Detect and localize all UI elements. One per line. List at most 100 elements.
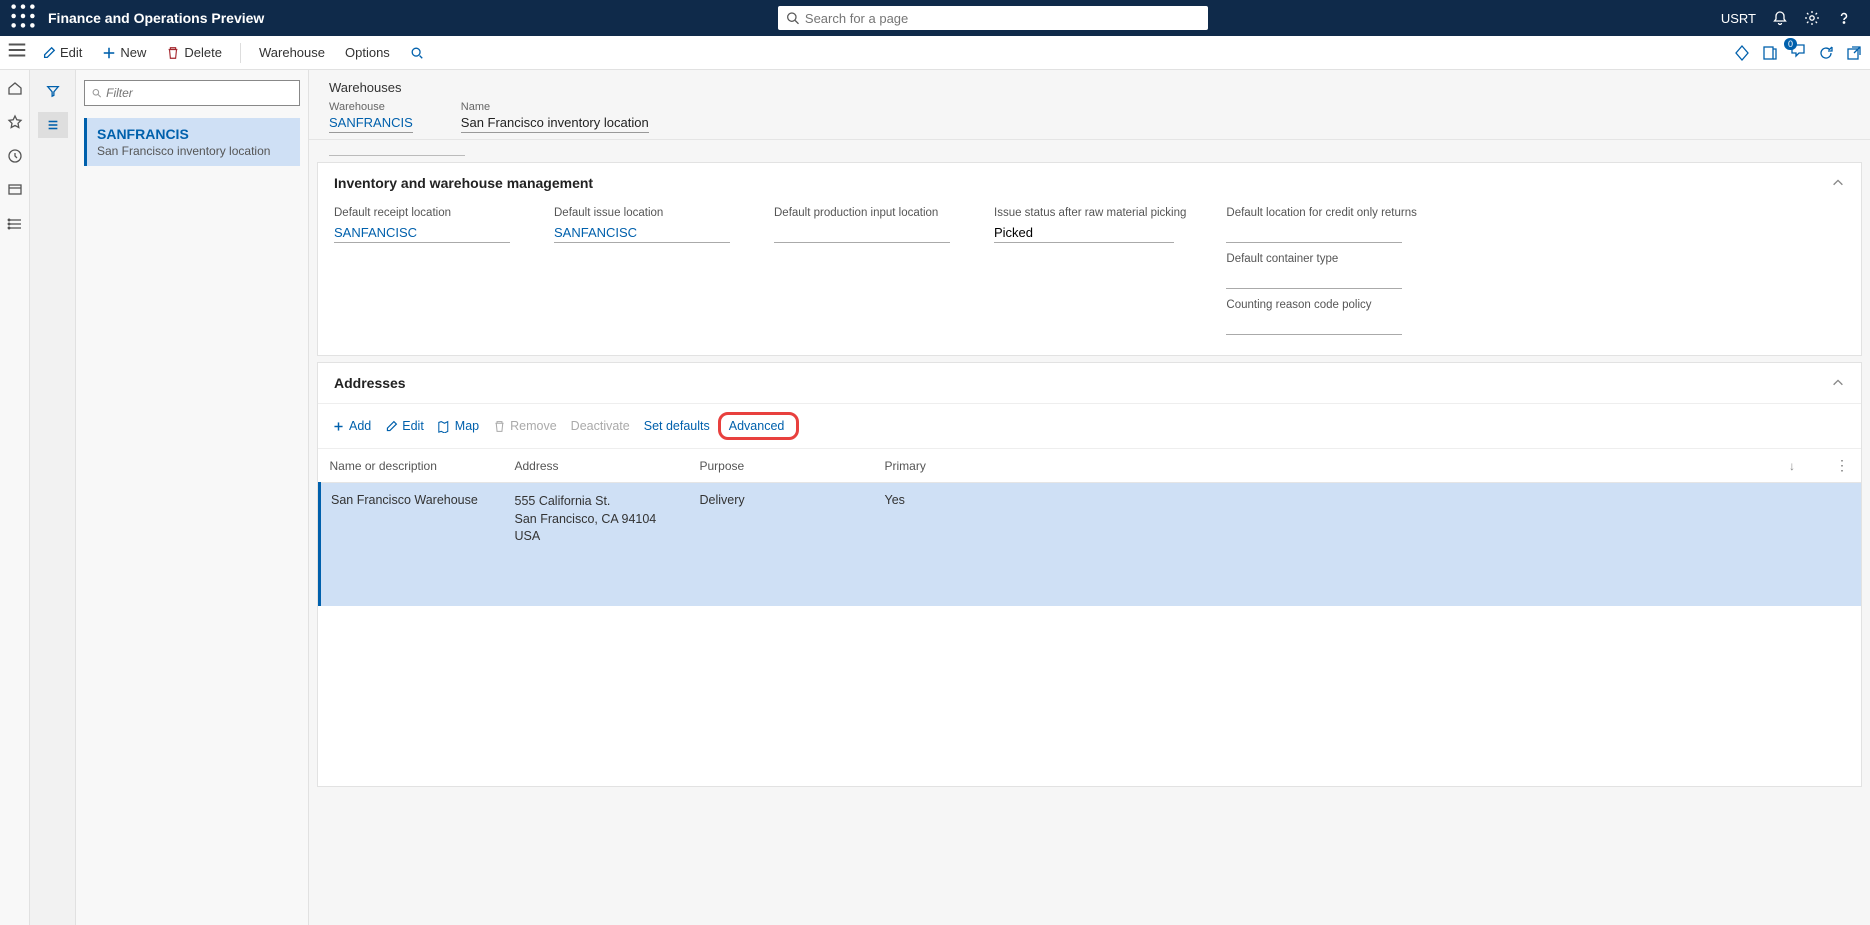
default-credit-input[interactable] [1226, 223, 1402, 243]
delete-button[interactable]: Delete [160, 41, 228, 64]
popout-icon[interactable] [1846, 45, 1862, 61]
list-toggle[interactable] [38, 112, 68, 138]
refresh-icon[interactable] [1818, 45, 1834, 61]
col-purpose[interactable]: Purpose [690, 449, 875, 483]
app-title: Finance and Operations Preview [48, 10, 264, 26]
action-search-button[interactable] [404, 42, 430, 64]
star-icon[interactable] [7, 114, 23, 130]
delete-label: Delete [184, 45, 222, 60]
app-launcher-icon[interactable] [8, 1, 38, 36]
default-prod-label: Default production input location [774, 207, 954, 219]
map-icon [438, 420, 451, 433]
search-icon [786, 11, 799, 25]
breadcrumb: Warehouses [329, 80, 1850, 95]
address-remove-button: Remove [493, 419, 557, 433]
action-bar: Edit New Delete Warehouse Options 0 [0, 36, 1870, 70]
hamburger-icon[interactable] [6, 39, 28, 66]
name-field-value[interactable]: San Francisco inventory location [461, 113, 649, 133]
cell-purpose: Delivery [690, 483, 875, 556]
edit-button[interactable]: Edit [36, 41, 88, 64]
attachment-icon[interactable] [1734, 45, 1750, 61]
topbar: Finance and Operations Preview USRT [0, 0, 1870, 36]
address-map-label: Map [455, 419, 479, 433]
addresses-card-header[interactable]: Addresses [318, 363, 1861, 403]
inventory-card-header[interactable]: Inventory and warehouse management [318, 163, 1861, 203]
top-right-actions: USRT [1721, 10, 1862, 26]
content-area: Warehouses Warehouse SANFRANCIS Name San… [309, 70, 1870, 925]
nav-rail [0, 70, 30, 925]
issue-status-label: Issue status after raw material picking [994, 207, 1186, 219]
default-receipt-label: Default receipt location [334, 207, 514, 219]
highlight-annotation: Advanced [718, 412, 800, 440]
pencil-icon [385, 420, 398, 433]
modules-icon[interactable] [7, 216, 23, 232]
messages-button[interactable]: 0 [1790, 42, 1806, 63]
inventory-card: Inventory and warehouse management Defau… [317, 162, 1862, 356]
list-item-title: SANFRANCIS [97, 126, 290, 142]
recent-icon[interactable] [7, 148, 23, 164]
default-receipt-input[interactable] [334, 223, 510, 243]
warehouse-field-label: Warehouse [329, 101, 413, 113]
address-edit-label: Edit [402, 419, 424, 433]
col-menu[interactable]: ⋮ [1825, 449, 1861, 483]
list-rail [30, 70, 76, 925]
home-icon[interactable] [7, 80, 23, 96]
gear-icon[interactable] [1804, 10, 1820, 26]
tab-options[interactable]: Options [339, 41, 396, 64]
workspace-icon[interactable] [7, 182, 23, 198]
default-issue-input[interactable] [554, 223, 730, 243]
addresses-card-title: Addresses [334, 375, 406, 391]
addresses-toolbar: Add Edit Map Remove Deactivate [318, 403, 1861, 449]
table-row-spacer [320, 556, 1862, 606]
list-filter[interactable] [84, 80, 300, 106]
inventory-card-title: Inventory and warehouse management [334, 175, 593, 191]
filter-input[interactable] [106, 86, 293, 100]
search-input[interactable] [805, 11, 1200, 26]
warehouse-field-value[interactable]: SANFRANCIS [329, 113, 413, 133]
list-item[interactable]: SANFRANCIS San Francisco inventory locat… [84, 118, 300, 166]
content-header: Warehouses Warehouse SANFRANCIS Name San… [309, 70, 1870, 140]
col-primary[interactable]: Primary [875, 449, 1826, 483]
filter-toggle[interactable] [38, 78, 68, 104]
main-area: SANFRANCIS San Francisco inventory locat… [0, 70, 1870, 925]
list-item-subtitle: San Francisco inventory location [97, 144, 290, 158]
spacer-input [329, 150, 465, 156]
col-address[interactable]: Address [505, 449, 690, 483]
default-prod-input[interactable] [774, 223, 950, 243]
issue-status-input[interactable] [994, 223, 1174, 243]
bell-icon[interactable] [1772, 10, 1788, 26]
counting-input[interactable] [1226, 315, 1402, 335]
default-credit-label: Default location for credit only returns [1226, 207, 1416, 219]
cell-address: 555 California St. San Francisco, CA 941… [505, 483, 690, 556]
tab-warehouse[interactable]: Warehouse [253, 41, 331, 64]
help-icon[interactable] [1836, 10, 1852, 26]
address-edit-button[interactable]: Edit [385, 419, 424, 433]
address-remove-label: Remove [510, 419, 557, 433]
company-code[interactable]: USRT [1721, 11, 1756, 26]
counting-label: Counting reason code policy [1226, 299, 1416, 311]
address-advanced-button[interactable]: Advanced [729, 419, 785, 433]
global-search[interactable] [778, 6, 1208, 30]
tab-options-label: Options [345, 45, 390, 60]
new-label: New [120, 45, 146, 60]
plus-icon [332, 420, 345, 433]
filter-search-icon [91, 87, 102, 99]
default-container-input[interactable] [1226, 269, 1402, 289]
cell-primary: Yes [875, 483, 1826, 556]
table-row[interactable]: San Francisco Warehouse 555 California S… [320, 483, 1862, 556]
address-deactivate-label: Deactivate [571, 419, 630, 433]
default-container-label: Default container type [1226, 253, 1416, 265]
separator [240, 43, 241, 63]
tab-warehouse-label: Warehouse [259, 45, 325, 60]
address-set-defaults-button[interactable]: Set defaults [644, 419, 710, 433]
office-icon[interactable] [1762, 45, 1778, 61]
address-add-button[interactable]: Add [332, 419, 371, 433]
address-deactivate-button: Deactivate [571, 419, 630, 433]
new-button[interactable]: New [96, 41, 152, 64]
more-icon: ⋮ [1835, 457, 1849, 473]
address-advanced-label: Advanced [729, 419, 785, 433]
col-name[interactable]: Name or description [320, 449, 505, 483]
cell-name: San Francisco Warehouse [320, 483, 505, 556]
trash-icon [493, 420, 506, 433]
address-map-button[interactable]: Map [438, 419, 479, 433]
